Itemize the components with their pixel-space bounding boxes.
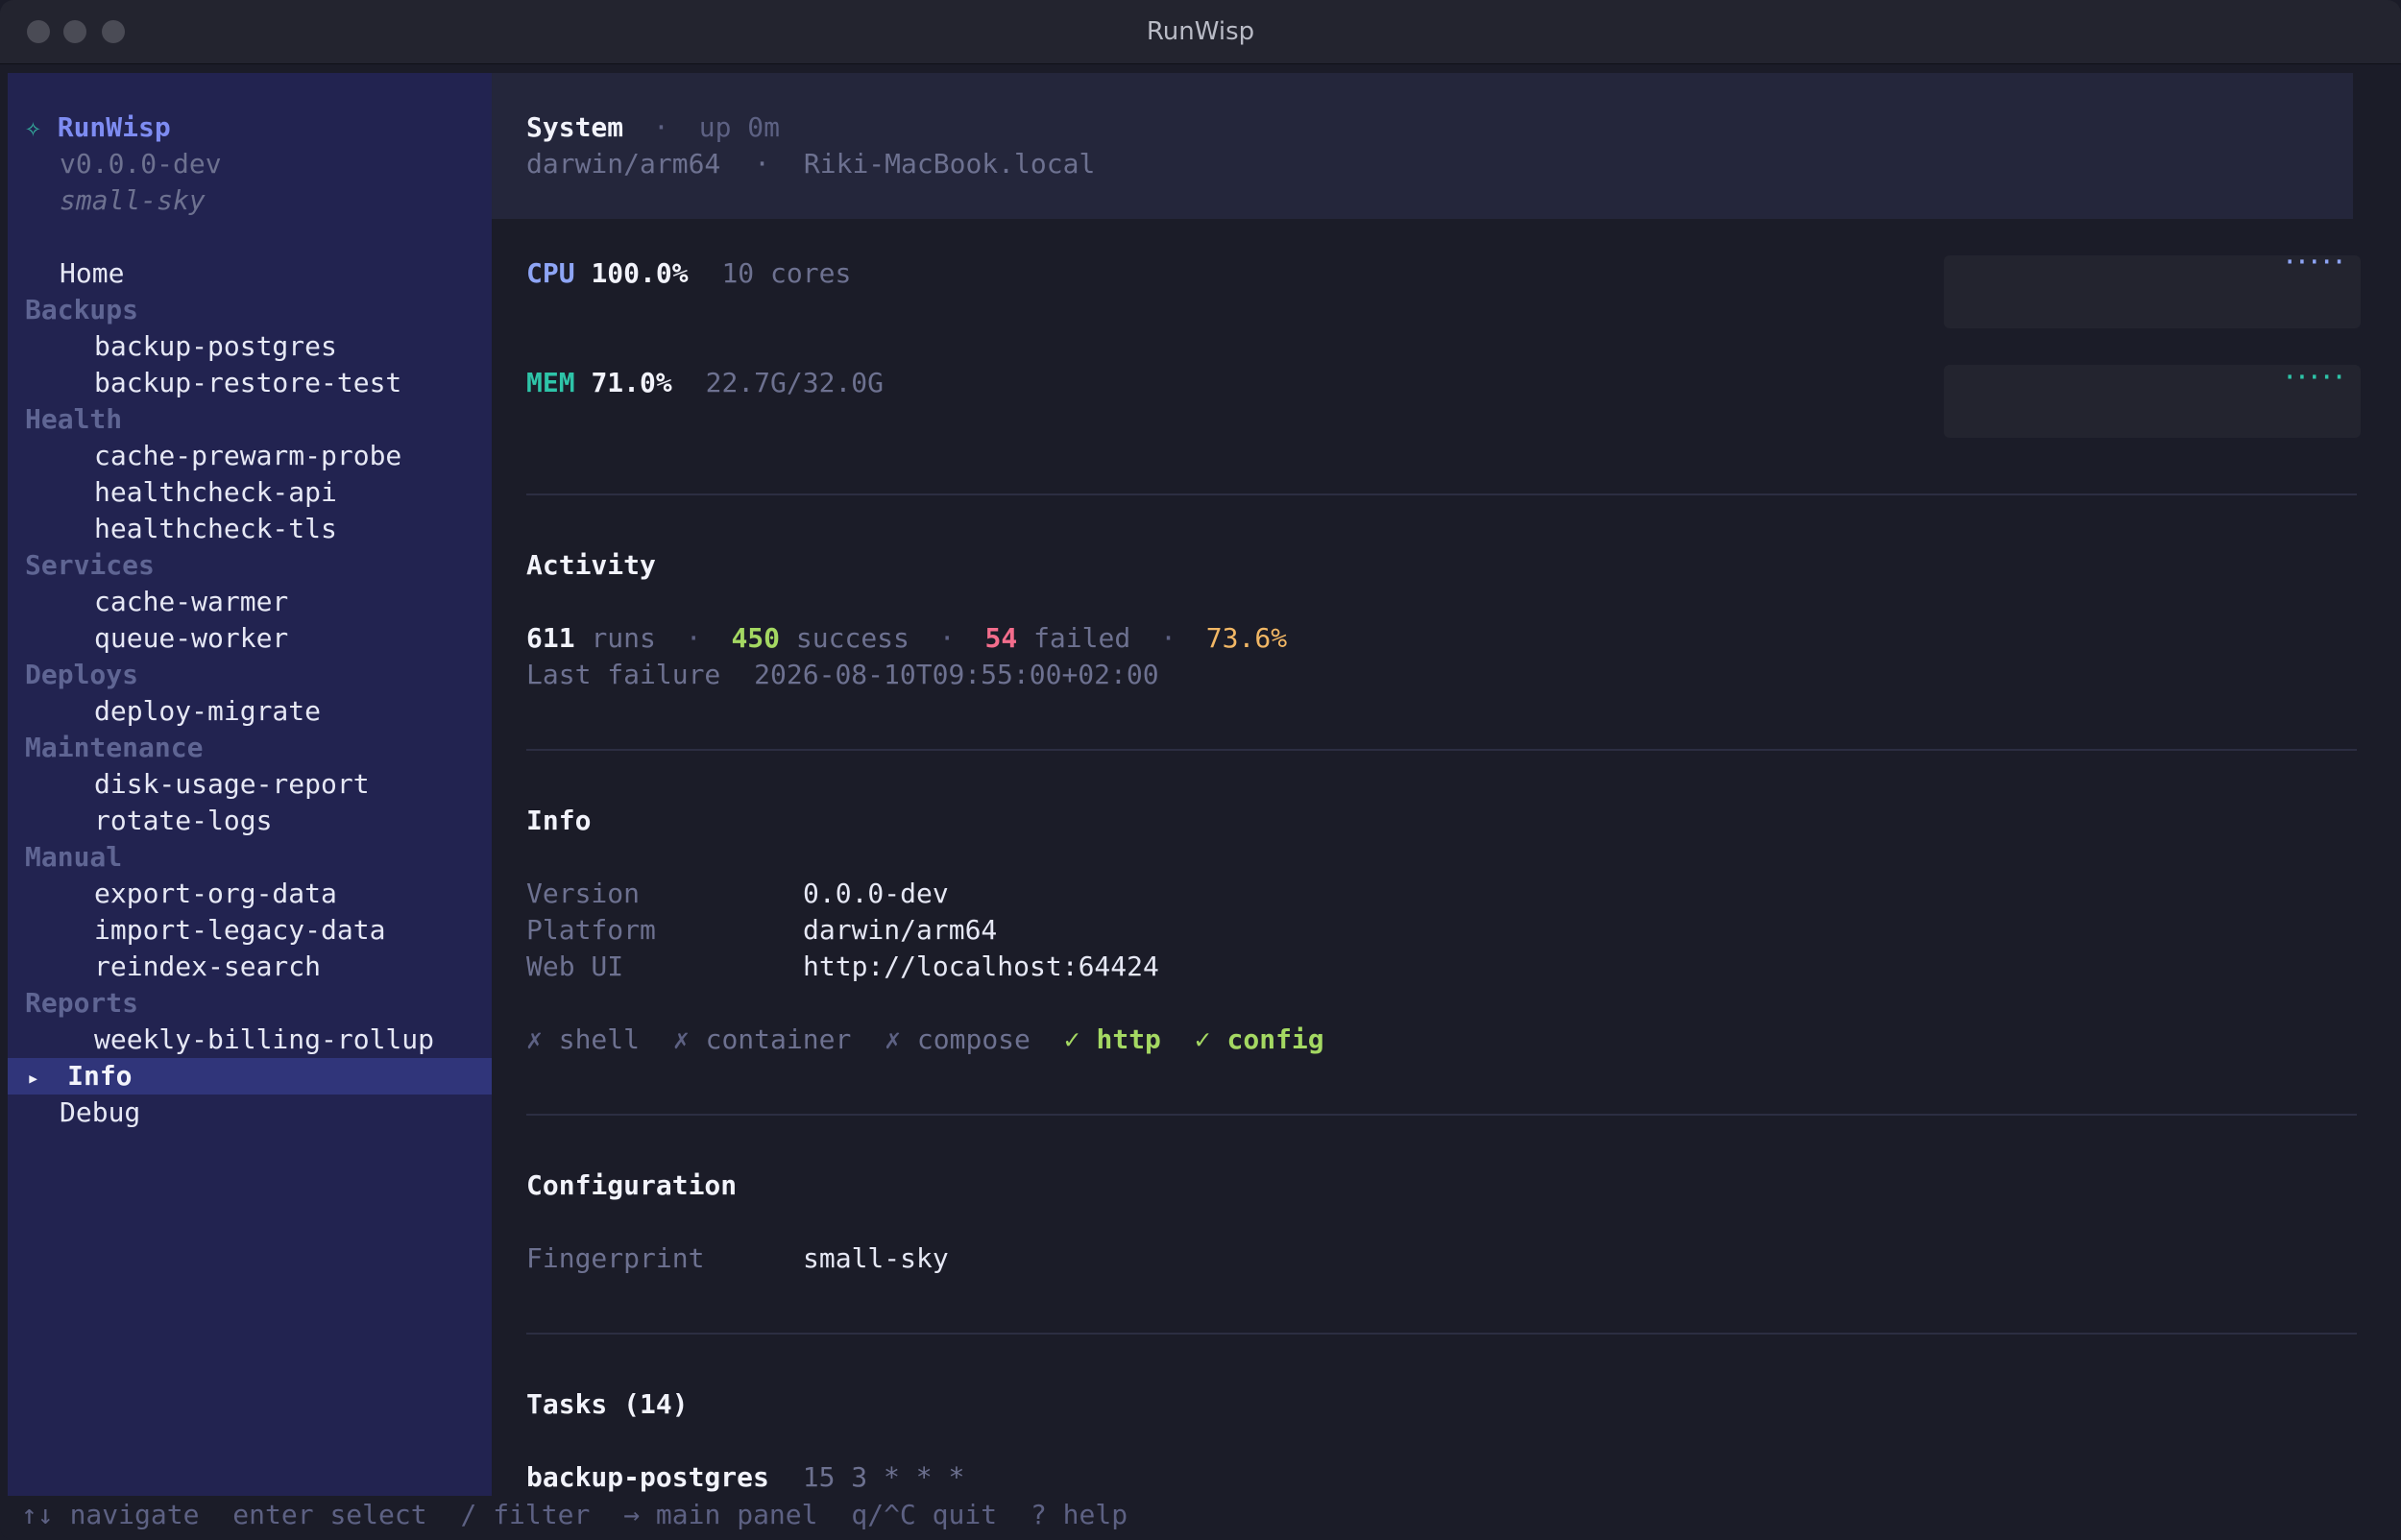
sidebar-task-item[interactable]: cache-prewarm-probe bbox=[8, 438, 492, 474]
system-host-line: darwin/arm64 · Riki-MacBook.local bbox=[526, 148, 1096, 180]
sidebar-task-item[interactable]: backup-restore-test bbox=[8, 365, 492, 401]
configuration-title: Configuration bbox=[526, 1169, 738, 1201]
sidebar-group-reports: Reports bbox=[25, 987, 139, 1019]
capability-config: config bbox=[1226, 1023, 1324, 1055]
cross-icon: ✗ bbox=[526, 1023, 543, 1055]
divider bbox=[526, 1114, 2357, 1116]
system-title-line: System · up 0m bbox=[526, 111, 781, 143]
sidebar-item-debug[interactable]: Debug bbox=[8, 1095, 492, 1131]
mem-value: 71.0% bbox=[591, 367, 672, 398]
uptime: up 0m bbox=[698, 111, 781, 143]
sidebar-task-item[interactable]: disk-usage-report bbox=[8, 766, 492, 803]
task-schedule: 15 3 * * * bbox=[802, 1461, 965, 1493]
cpu-line: CPU 100.0% 10 cores bbox=[526, 255, 851, 292]
status-bar: ↑↓ navigate enter select / filter → main… bbox=[8, 1496, 2401, 1534]
capability-http: http bbox=[1096, 1023, 1161, 1055]
failed-count: 54 bbox=[984, 622, 1018, 654]
config-value: small-sky bbox=[803, 1242, 949, 1274]
info-title: Info bbox=[526, 805, 592, 836]
sidebar: ✧ RunWisp v0.0.0-dev small-sky Home Back… bbox=[8, 73, 492, 1496]
right-arrow-icon: → bbox=[623, 1499, 641, 1530]
title-bar: RunWisp bbox=[0, 0, 2401, 64]
info-value: 0.0.0-dev bbox=[803, 878, 949, 909]
cross-icon: ✗ bbox=[672, 1023, 690, 1055]
last-failure-time: 2026-08-10T09:55:00+02:00 bbox=[754, 659, 1159, 690]
info-key: Platform bbox=[526, 914, 656, 946]
activity-stats: 611 runs · 450 success · 54 failed · 73.… bbox=[526, 622, 1288, 654]
mem-sparkline: ····· bbox=[1944, 361, 2361, 438]
capability-shell: shell bbox=[558, 1023, 641, 1055]
sidebar-task-item[interactable]: backup-postgres bbox=[8, 328, 492, 365]
check-icon: ✓ bbox=[1194, 1023, 1211, 1055]
sidebar-group-deploys: Deploys bbox=[25, 659, 139, 690]
divider bbox=[526, 493, 2357, 495]
app-header: ✧ RunWisp bbox=[25, 109, 171, 146]
capabilities-line: ✗ shell ✗ container ✗ compose ✓ http ✓ c… bbox=[526, 1022, 1324, 1058]
sidebar-task-item[interactable]: cache-warmer bbox=[8, 584, 492, 620]
system-header: System · up 0m darwin/arm64 · Riki-MacBo… bbox=[492, 73, 2353, 219]
capability-container: container bbox=[705, 1023, 852, 1055]
sidebar-group-health: Health bbox=[25, 403, 123, 435]
cpu-detail: 10 cores bbox=[721, 257, 852, 289]
window-title: RunWisp bbox=[1146, 17, 1255, 46]
info-key: Web UI bbox=[526, 950, 624, 982]
app-window: RunWisp ✧ RunWisp v0.0.0-dev small-sky H… bbox=[0, 0, 2401, 1540]
app-fingerprint: small-sky bbox=[60, 184, 206, 216]
cpu-label: CPU bbox=[526, 257, 575, 289]
success-rate: 73.6% bbox=[1205, 622, 1288, 654]
sidebar-task-item[interactable]: healthcheck-tls bbox=[8, 511, 492, 547]
sidebar-group-services: Services bbox=[25, 549, 155, 581]
web-ui-link[interactable]: http://localhost:64424 bbox=[803, 949, 1159, 985]
sidebar-group-manual: Manual bbox=[25, 841, 123, 873]
cross-icon: ✗ bbox=[885, 1023, 902, 1055]
sidebar-task-item[interactable]: queue-worker bbox=[8, 620, 492, 657]
sidebar-item-info[interactable]: ▸ Info bbox=[8, 1058, 492, 1095]
info-value: darwin/arm64 bbox=[803, 914, 998, 946]
mem-line: MEM 71.0% 22.7G/32.0G bbox=[526, 365, 884, 401]
tasks-title: Tasks (14) bbox=[526, 1388, 689, 1420]
wisp-icon: ✧ bbox=[25, 111, 41, 143]
success-count: 450 bbox=[731, 622, 781, 654]
system-title: System bbox=[526, 111, 624, 143]
selected-arrow-icon: ▸ bbox=[27, 1067, 40, 1091]
info-key: Version bbox=[526, 878, 641, 909]
app-version: v0.0.0-dev bbox=[60, 148, 222, 180]
divider bbox=[526, 749, 2357, 751]
sidebar-task-item[interactable]: deploy-migrate bbox=[8, 693, 492, 730]
mem-detail: 22.7G/32.0G bbox=[705, 367, 885, 398]
navigate-key-icon: ↑↓ bbox=[21, 1499, 54, 1530]
sidebar-item-home[interactable]: Home bbox=[8, 255, 492, 292]
mem-label: MEM bbox=[526, 367, 575, 398]
config-key: Fingerprint bbox=[526, 1242, 705, 1274]
last-failure-line: Last failure 2026-08-10T09:55:00+02:00 bbox=[526, 659, 1159, 690]
system-platform: darwin/arm64 bbox=[526, 148, 721, 180]
system-hostname: Riki-MacBook.local bbox=[803, 148, 1096, 180]
main-panel: System · up 0m darwin/arm64 · Riki-MacBo… bbox=[492, 73, 2361, 1496]
sidebar-task-item[interactable]: reindex-search bbox=[8, 949, 492, 985]
task-name: backup-postgres bbox=[526, 1461, 769, 1493]
sidebar-group-maintenance: Maintenance bbox=[25, 732, 204, 763]
task-row[interactable]: backup-postgres 15 3 * * * bbox=[526, 1459, 964, 1496]
app-name: RunWisp bbox=[57, 111, 171, 143]
divider bbox=[526, 1333, 2357, 1335]
sidebar-task-item[interactable]: healthcheck-api bbox=[8, 474, 492, 511]
sidebar-task-item[interactable]: weekly-billing-rollup bbox=[8, 1022, 492, 1058]
sidebar-task-item[interactable]: rotate-logs bbox=[8, 803, 492, 839]
sidebar-task-item[interactable]: export-org-data bbox=[8, 876, 492, 912]
cpu-value: 100.0% bbox=[591, 257, 689, 289]
runs-count: 611 bbox=[526, 622, 575, 654]
sidebar-task-item[interactable]: import-legacy-data bbox=[8, 912, 492, 949]
cpu-sparkline: ····· bbox=[1944, 246, 2361, 328]
sidebar-group-backups: Backups bbox=[25, 294, 139, 325]
activity-title: Activity bbox=[526, 549, 656, 581]
capability-compose: compose bbox=[916, 1023, 1031, 1055]
check-icon: ✓ bbox=[1063, 1023, 1080, 1055]
